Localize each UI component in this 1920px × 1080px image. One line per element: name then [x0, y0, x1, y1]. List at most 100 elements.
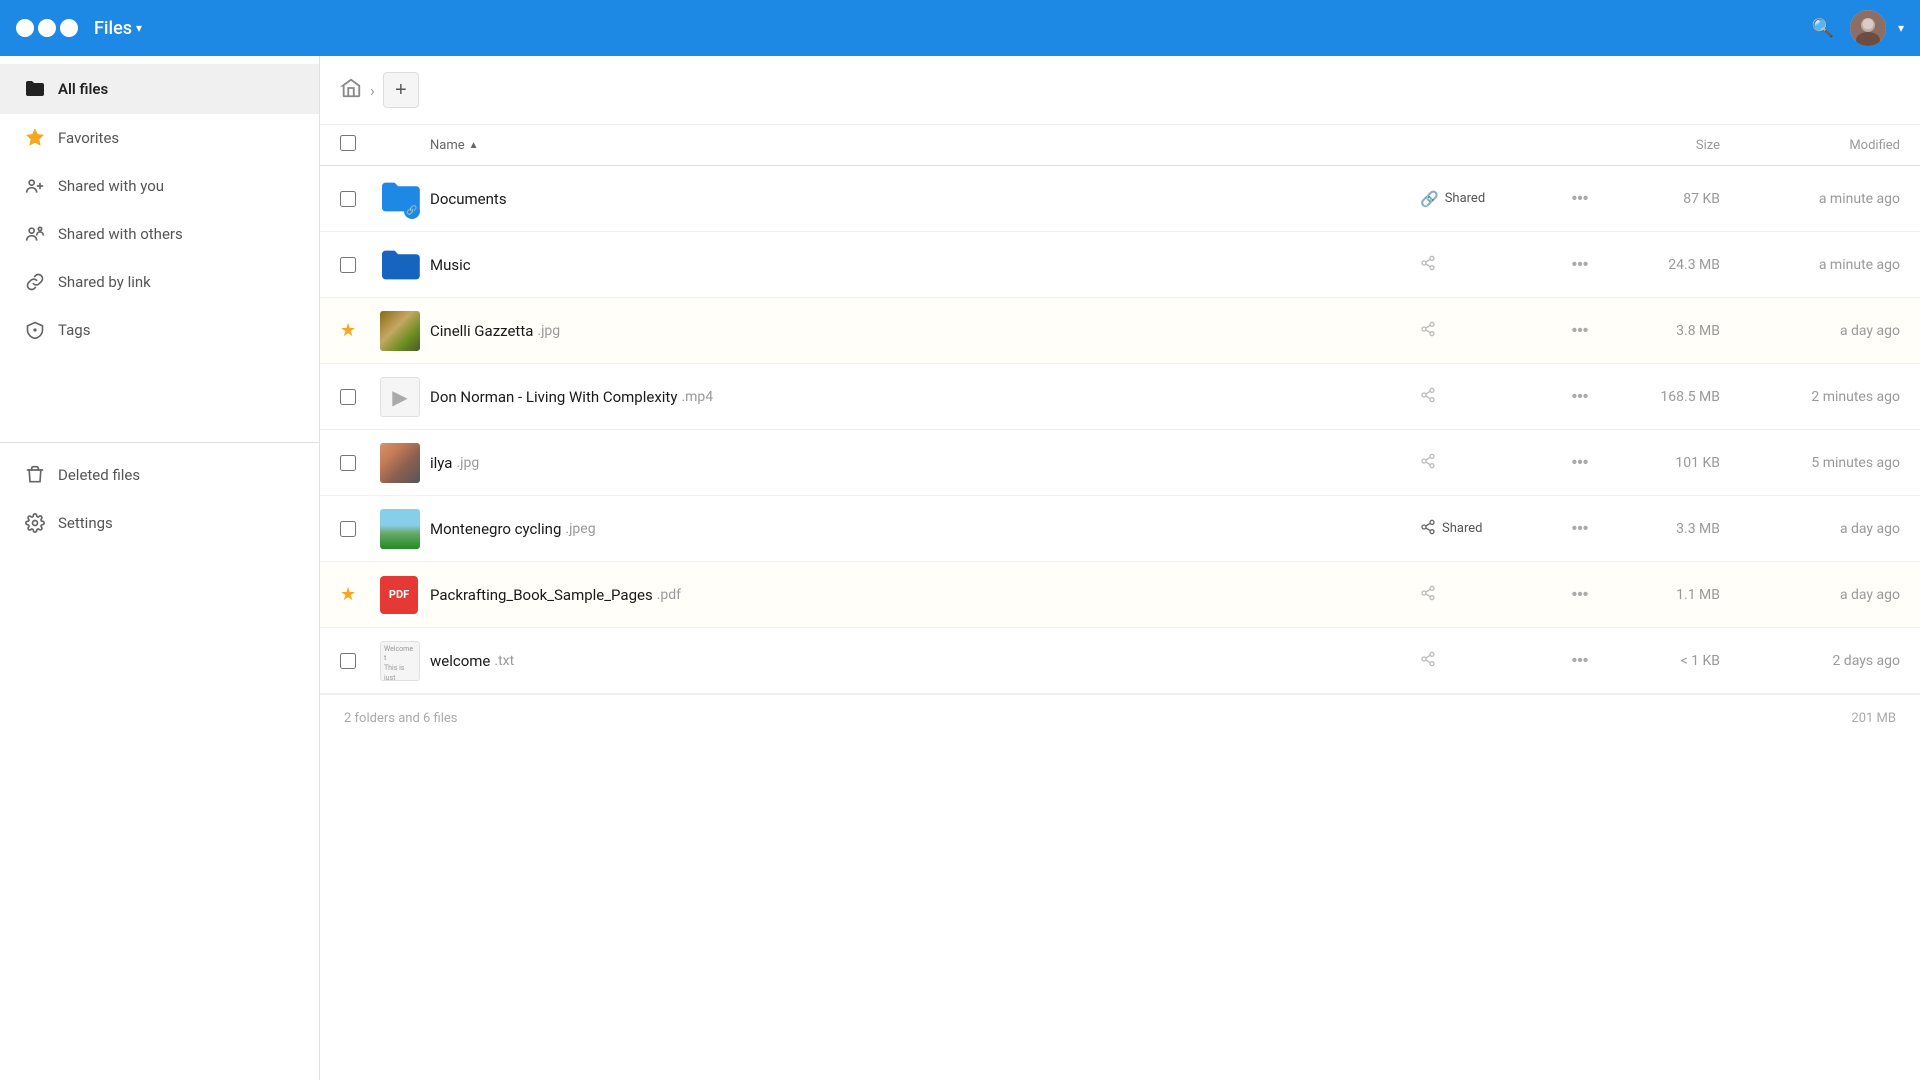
table-row[interactable]: ★ PDF Packrafting_Book_Sample_Pages .pdf…: [320, 562, 1920, 628]
file-name: Packrafting_Book_Sample_Pages: [430, 586, 653, 604]
trash-icon: [24, 465, 46, 485]
sidebar-item-shared-with-others-label: Shared with others: [58, 225, 183, 243]
row-checkbox[interactable]: [340, 191, 356, 207]
avatar[interactable]: [1850, 10, 1886, 46]
name-column-header[interactable]: Name ▲: [430, 138, 1420, 153]
file-name: welcome: [430, 652, 490, 670]
table-row[interactable]: Montenegro cycling .jpeg Shared ••• 3.3 …: [320, 496, 1920, 562]
more-actions-button[interactable]: •••: [1564, 516, 1597, 542]
more-actions-button[interactable]: •••: [1564, 384, 1597, 410]
share-with-you-icon: [24, 176, 46, 196]
more-actions-button[interactable]: •••: [1564, 186, 1597, 212]
topnav-left: Files ▾: [16, 18, 142, 39]
txt-thumbnail: Welcome tThis is justThe packa: [380, 641, 420, 681]
share-icon: [1420, 585, 1436, 605]
table-row[interactable]: ★ Cinelli Gazzetta .jpg ••• 3.8 MB: [320, 298, 1920, 364]
star-filled-icon[interactable]: ★: [340, 320, 356, 341]
sidebar-item-all-files[interactable]: All files: [0, 64, 319, 114]
share-cell[interactable]: [1420, 651, 1560, 671]
table-row[interactable]: Music ••• 24.3 MB a minute ago: [320, 232, 1920, 298]
folder-icon: [24, 78, 46, 100]
nextcloud-logo: [16, 19, 78, 37]
logo-circle-3: [60, 19, 78, 37]
file-name-cell: Montenegro cycling .jpeg: [430, 520, 1420, 538]
more-actions-button[interactable]: •••: [1564, 252, 1597, 278]
file-name-cell: welcome .txt: [430, 652, 1420, 670]
breadcrumb-separator: ›: [370, 81, 375, 100]
share-cell[interactable]: [1420, 255, 1560, 275]
file-count-summary: 2 folders and 6 files: [344, 711, 458, 726]
home-breadcrumb[interactable]: [340, 77, 362, 104]
add-button[interactable]: +: [383, 72, 419, 108]
row-checkbox[interactable]: [340, 257, 356, 273]
file-list-header: Name ▲ Size Modified: [320, 125, 1920, 166]
file-size: 3.8 MB: [1600, 323, 1720, 339]
sidebar: All files Favorites Shared with you Shar…: [0, 56, 320, 1080]
link-badge-icon: 🔗: [404, 203, 420, 219]
row-checkbox[interactable]: [340, 389, 356, 405]
share-cell[interactable]: 🔗 Shared: [1420, 190, 1560, 208]
file-modified: 2 minutes ago: [1720, 389, 1900, 405]
play-icon: ▶: [392, 385, 407, 409]
sidebar-item-settings[interactable]: Settings: [0, 499, 319, 547]
ilya-thumbnail: [380, 443, 420, 483]
sidebar-item-shared-with-you[interactable]: Shared with you: [0, 162, 319, 210]
row-checkbox[interactable]: [340, 521, 356, 537]
file-name: ilya: [430, 454, 452, 472]
more-actions-button[interactable]: •••: [1564, 648, 1597, 674]
logo-circle-2: [38, 19, 56, 37]
file-name-cell: Documents: [430, 190, 1420, 208]
topnav: Files ▾ 🔍 ▾: [0, 0, 1920, 56]
row-checkbox[interactable]: [340, 653, 356, 669]
file-modified: 5 minutes ago: [1720, 455, 1900, 471]
table-row[interactable]: 🔗 Documents 🔗 Shared ••• 87 KB a minute …: [320, 166, 1920, 232]
table-row[interactable]: Welcome tThis is justThe packa welcome .…: [320, 628, 1920, 694]
breadcrumb: › +: [320, 56, 1920, 125]
file-name: Cinelli Gazzetta: [430, 322, 533, 340]
share-icon: [1420, 387, 1436, 407]
table-row[interactable]: ilya .jpg ••• 101 KB 5 minutes ago: [320, 430, 1920, 496]
file-size: 24.3 MB: [1600, 257, 1720, 273]
share-cell[interactable]: [1420, 585, 1560, 605]
sidebar-item-shared-by-link[interactable]: Shared by link: [0, 258, 319, 306]
star-filled-icon[interactable]: ★: [340, 584, 356, 605]
share-cell[interactable]: Shared: [1420, 519, 1560, 539]
file-name-cell: Packrafting_Book_Sample_Pages .pdf: [430, 586, 1420, 604]
cinelli-thumbnail: [380, 311, 420, 351]
total-size: 201 MB: [1851, 711, 1896, 726]
sidebar-item-shared-with-others[interactable]: Shared with others: [0, 210, 319, 258]
share-cell[interactable]: [1420, 453, 1560, 473]
select-all-checkbox[interactable]: [340, 135, 356, 151]
row-checkbox[interactable]: [340, 455, 356, 471]
share-cell[interactable]: [1420, 387, 1560, 407]
main-layout: All files Favorites Shared with you Shar…: [0, 56, 1920, 1080]
share-cell[interactable]: [1420, 321, 1560, 341]
file-size: < 1 KB: [1600, 653, 1720, 669]
search-button[interactable]: 🔍: [1808, 14, 1838, 43]
file-name: Montenegro cycling: [430, 520, 561, 538]
sidebar-item-deleted-files[interactable]: Deleted files: [0, 451, 319, 499]
avatar-caret[interactable]: ▾: [1898, 21, 1904, 35]
more-actions-button[interactable]: •••: [1564, 450, 1597, 476]
more-actions-button[interactable]: •••: [1564, 582, 1597, 608]
file-name: Don Norman - Living With Complexity: [430, 388, 677, 406]
sidebar-item-favorites[interactable]: Favorites: [0, 114, 319, 162]
more-actions-button[interactable]: •••: [1564, 318, 1597, 344]
table-row[interactable]: ▶ Don Norman - Living With Complexity .m…: [320, 364, 1920, 430]
sidebar-item-tags-label: Tags: [58, 321, 90, 339]
file-name: Music: [430, 256, 471, 274]
logo-circle-1: [16, 19, 34, 37]
app-title[interactable]: Files ▾: [94, 18, 142, 39]
topnav-right: 🔍 ▾: [1808, 10, 1904, 46]
file-ext: .jpeg: [565, 521, 595, 537]
file-name-cell: Music: [430, 256, 1420, 274]
file-size: 168.5 MB: [1600, 389, 1720, 405]
modified-column-header: Modified: [1720, 138, 1900, 153]
sidebar-item-favorites-label: Favorites: [58, 129, 119, 147]
share-icon: [1420, 255, 1436, 275]
file-modified: a minute ago: [1720, 257, 1900, 273]
size-column-header: Size: [1600, 138, 1720, 153]
file-ext: .jpg: [537, 323, 560, 339]
sidebar-item-tags[interactable]: Tags: [0, 306, 319, 354]
file-name: Documents: [430, 190, 507, 208]
